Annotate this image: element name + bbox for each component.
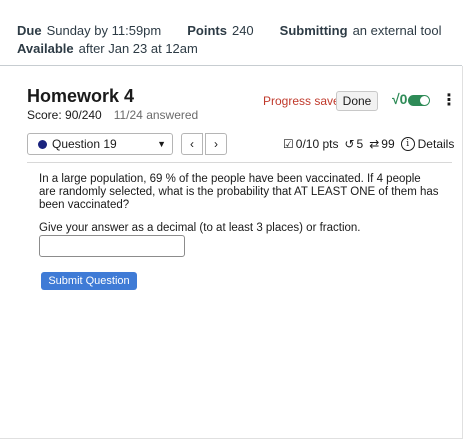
points-stat: ☑ 0/10 pts xyxy=(283,137,338,151)
repeat-icon: ⇄ xyxy=(369,137,380,151)
previous-question-button[interactable]: ‹ xyxy=(181,133,203,155)
due-value: Sunday by 11:59pm xyxy=(46,23,162,38)
question-select-value: Question 19 xyxy=(52,137,117,151)
assignment-meta: Due Sunday by 11:59pm Points 240 Submitting a… xyxy=(17,22,441,58)
points-label: Points xyxy=(187,23,227,38)
question-select[interactable]: Question 19 ▼ xyxy=(27,133,173,155)
submitting-value: an external tool xyxy=(352,23,442,38)
chevron-right-icon: › xyxy=(214,137,218,151)
answered-count: 11/24 answered xyxy=(113,108,199,122)
info-icon: i xyxy=(400,137,415,151)
question-prompt: Give your answer as a decimal (to at lea… xyxy=(39,222,361,234)
math-display-toggle[interactable] xyxy=(408,95,430,106)
due-label: Due xyxy=(17,23,42,38)
question-text: In a large population, 69 % of the peopl… xyxy=(39,173,439,211)
available-value: after Jan 23 at 12am xyxy=(78,41,198,56)
assignment-meta-row-2: Available after Jan 23 at 12am xyxy=(17,40,441,58)
question-status-dot-icon xyxy=(38,139,47,149)
retries-stat: ↺ 5 xyxy=(344,137,363,151)
attempts-count: 99 xyxy=(381,137,395,151)
retries-count: 5 xyxy=(356,137,364,151)
caret-down-icon: ▼ xyxy=(157,139,166,149)
homework-title: Homework 4 xyxy=(27,86,135,106)
done-button[interactable]: Done xyxy=(336,91,378,111)
submitting-label: Submitting xyxy=(279,23,348,38)
chevron-left-icon: ‹ xyxy=(190,137,194,151)
next-question-button[interactable]: › xyxy=(205,133,227,155)
question-points: 0/10 pts xyxy=(295,137,339,151)
checkbox-icon: ☑ xyxy=(283,137,294,151)
toggle-knob xyxy=(420,96,429,105)
answer-input[interactable] xyxy=(39,235,185,257)
submit-question-button[interactable]: Submit Question xyxy=(41,272,137,290)
details-label: Details xyxy=(417,137,455,151)
points-value: 240 xyxy=(231,23,254,38)
assignment-meta-row-1: Due Sunday by 11:59pm Points 240 Submitting a… xyxy=(17,22,441,40)
math-sqrt-icon: √0 xyxy=(392,91,408,107)
attempts-stat: ⇄ 99 xyxy=(369,137,394,151)
progress-saved-status: Progress saved xyxy=(263,94,347,108)
question-stats: ☑ 0/10 pts ↺ 5 ⇄ 99 i Details xyxy=(283,137,460,151)
question-divider xyxy=(27,162,452,163)
details-link[interactable]: i Details xyxy=(400,137,455,151)
available-label: Available xyxy=(17,41,74,56)
score-text: Score: 90/240 xyxy=(27,108,102,122)
more-options-icon[interactable]: ⋮ xyxy=(441,90,457,110)
homework-score: Score: 90/240 11/24 answered xyxy=(27,108,198,122)
retry-icon: ↺ xyxy=(344,137,355,151)
